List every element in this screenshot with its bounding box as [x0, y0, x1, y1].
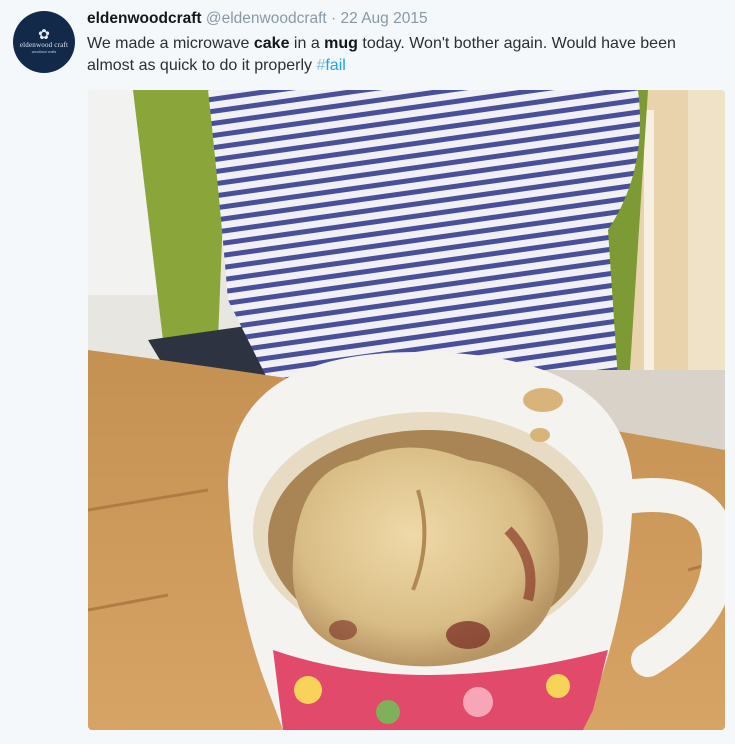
avatar[interactable]: ✿ eldenwood craft woodland crafts [13, 11, 75, 73]
author-handle[interactable]: @eldenwoodcraft [206, 10, 327, 27]
hashtag-symbol: # [316, 57, 326, 74]
tweet-header: eldenwoodcraft @eldenwoodcraft · 22 Aug … [87, 9, 725, 29]
keyword-mug: mug [324, 35, 358, 52]
tweet-photo[interactable] [88, 90, 725, 730]
author-display-name[interactable]: eldenwoodcraft [87, 10, 202, 27]
tree-logo-icon: ✿ [38, 25, 50, 42]
tweet-text-part: We made a microwave [87, 35, 254, 52]
tweet-text: We made a microwave cake in a mug today.… [87, 33, 717, 77]
hashtag-link[interactable]: #fail [316, 57, 345, 74]
avatar-brand-text: eldenwood craft [19, 40, 69, 49]
tweet-date[interactable]: 22 Aug 2015 [341, 10, 428, 27]
meta-separator: · [331, 10, 337, 27]
keyword-cake: cake [253, 35, 290, 52]
tweet: ✿ eldenwood craft woodland crafts eldenw… [0, 0, 735, 744]
tweet-text-part: in a [289, 35, 325, 52]
photo-icon [88, 90, 725, 730]
hashtag-text: fail [325, 57, 346, 74]
avatar-tagline: woodland crafts [31, 49, 57, 54]
